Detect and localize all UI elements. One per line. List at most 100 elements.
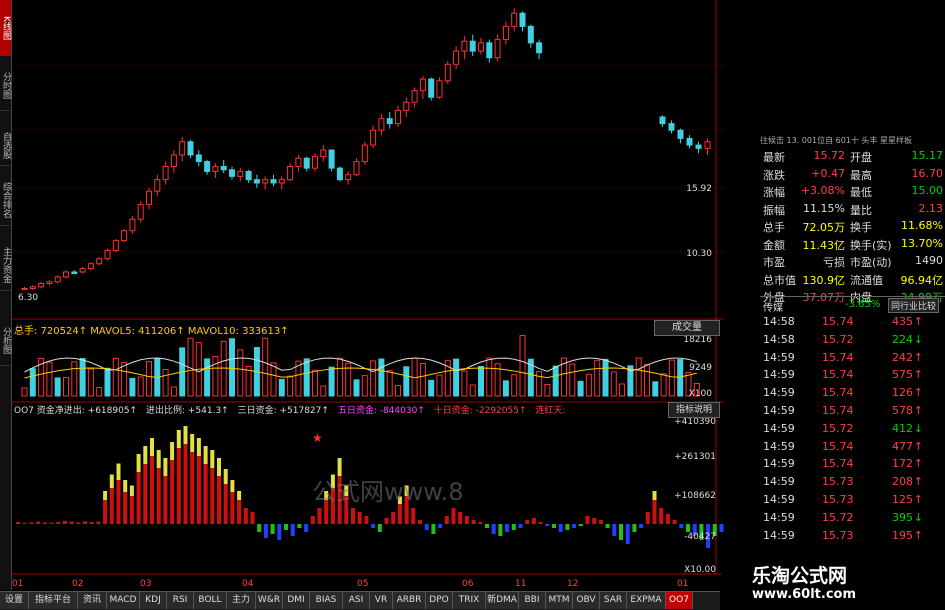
- tick-trade-row: 14:59 15.73 208 ↑: [760, 475, 945, 493]
- volume-bar: [610, 371, 617, 397]
- candle-up: [38, 283, 45, 288]
- indicator-tab-wr[interactable]: W&R: [256, 592, 283, 609]
- trade-volume: 412: [892, 421, 913, 435]
- indicator-tab-[interactable]: 指标平台: [29, 592, 78, 609]
- volume-bar: [96, 386, 103, 397]
- candle-up: [237, 170, 244, 177]
- indicator-tab-macd[interactable]: MACD: [107, 592, 140, 609]
- volume-bar: [29, 368, 36, 397]
- candle-up: [494, 39, 501, 59]
- flow-bar-negative: [270, 524, 275, 534]
- candle-down: [245, 170, 252, 181]
- indicator-tab-boll[interactable]: BOLL: [194, 592, 227, 609]
- trade-volume: 125: [892, 493, 913, 506]
- time-axis-label: 04: [242, 579, 254, 589]
- flow-bar-positive: [310, 516, 315, 524]
- sidebar-tab-analysis[interactable]: 分析图: [0, 315, 11, 366]
- indicator-tab-oo7[interactable]: OO7: [666, 592, 693, 609]
- arrow-up-icon: ↑: [913, 528, 923, 542]
- flow-bar-positive: [531, 518, 536, 524]
- indicator-help-label: 指标说明: [675, 405, 712, 415]
- volume-bar: [204, 358, 211, 397]
- indicator-tab-[interactable]: 主力: [227, 592, 256, 609]
- trade-price: 15.72: [822, 510, 854, 524]
- flow-bar-positive: [42, 522, 47, 524]
- flow-bar-positive: [250, 512, 255, 524]
- volume-bar: [146, 361, 152, 397]
- candle-up: [154, 179, 161, 192]
- flow-bar-negative: [377, 524, 382, 532]
- sector-compare-button[interactable]: 同行业比较: [888, 298, 940, 313]
- flow-bar-negative: [438, 524, 443, 528]
- indicator-tab-vr[interactable]: VR: [370, 592, 393, 609]
- indicator-tab-trix[interactable]: TRIX: [453, 592, 486, 609]
- site-logo: 乐淘公式网 www.60lt.com: [722, 555, 945, 609]
- indicator-tab-rsi[interactable]: RSI: [167, 592, 194, 609]
- sidebar-tab-ranking[interactable]: 综合排名: [0, 175, 11, 226]
- flow-bar-positive: [109, 488, 114, 524]
- tick-trade-row: 14:59 15.74 172 ↑: [760, 457, 945, 475]
- indicator-help-button[interactable]: 指标说明: [668, 402, 720, 418]
- volume-bar: [478, 365, 484, 397]
- flow-bar-highlight: [190, 434, 195, 452]
- flow-axis-3: +108662: [674, 491, 716, 501]
- sidebar-tab-capital[interactable]: 主力资金: [0, 240, 11, 291]
- quote-row: 最新 15.72 开盘 15.17: [760, 149, 945, 168]
- volume-bar: [577, 380, 584, 397]
- volume-bar: [303, 358, 310, 397]
- time-axis-label: 06: [462, 579, 474, 589]
- indicator-tab-bias[interactable]: BIAS: [310, 592, 343, 609]
- candle-down: [428, 78, 435, 98]
- volume-bar: [428, 379, 435, 397]
- volume-bar: [71, 361, 78, 397]
- flow-bar-positive: [183, 444, 188, 524]
- sidebar-tab-intraday[interactable]: 分时图: [0, 60, 11, 111]
- flow-axis-1: +410390: [674, 417, 716, 427]
- indicator-tab-dpo[interactable]: DPO: [426, 592, 453, 609]
- sidebar-tab-kline[interactable]: K线图: [0, 0, 11, 56]
- time-axis-label: 01: [677, 579, 688, 589]
- indicator-tab-[interactable]: 资讯: [78, 592, 107, 609]
- indicator-tab-dma[interactable]: 新DMA: [486, 592, 519, 609]
- indicator-tab-obv[interactable]: OBV: [573, 592, 600, 609]
- flow-bar-positive: [123, 492, 128, 524]
- candle-down: [204, 161, 211, 172]
- indicator-tab-sar[interactable]: SAR: [600, 592, 627, 609]
- indicator-tab-asi[interactable]: ASI: [343, 592, 370, 609]
- flow-bar-negative: [424, 524, 429, 530]
- volume-bar: [353, 379, 360, 397]
- flow-ratio-label: 进出比例: +541.3↑: [145, 406, 229, 416]
- indicator-tab-arbr[interactable]: ARBR: [393, 592, 426, 609]
- indicator-tab-dmi[interactable]: DMI: [283, 592, 310, 609]
- candle-down: [677, 129, 684, 139]
- flow-bar-highlight: [337, 458, 342, 476]
- flow-bar-positive: [56, 522, 61, 524]
- flow-red-days-label: 连红天:: [535, 406, 566, 416]
- candle-up: [511, 12, 518, 27]
- arrow-up-icon: ↑: [913, 457, 923, 471]
- time-axis-label: 02: [72, 579, 83, 589]
- candle-down: [220, 165, 227, 171]
- quote-label: 总手: [763, 221, 785, 234]
- candle-up: [87, 263, 94, 270]
- quote-value: +0.47: [811, 166, 845, 180]
- candle-down: [187, 141, 194, 156]
- indicator-tab-mtm[interactable]: MTM: [546, 592, 573, 609]
- quote-label: 最高: [850, 168, 872, 182]
- flow-bar-positive: [411, 508, 416, 524]
- volume-panel-button[interactable]: 成交量: [654, 320, 720, 336]
- indicator-tab-[interactable]: 设置: [0, 592, 29, 609]
- sidebar-tab-watchlist[interactable]: 自选股: [0, 125, 11, 166]
- volume-bar: [63, 376, 69, 397]
- flow-bar-positive: [665, 514, 670, 524]
- kline-chart-area[interactable]: ★ 15.92 10.30 6.30 18216 9249 X100 +4103…: [12, 0, 724, 591]
- flow-bar-positive: [418, 520, 422, 524]
- indicator-tab-expma[interactable]: EXPMA: [627, 592, 666, 609]
- trade-volume: 477: [892, 439, 913, 453]
- indicator-tab-bbi[interactable]: BBI: [519, 592, 546, 609]
- candle-up: [370, 129, 377, 146]
- volume-bar: [461, 370, 468, 397]
- candle-up: [403, 101, 410, 111]
- indicator-tab-kdj[interactable]: KDJ: [140, 592, 167, 609]
- flow-5day-label: 五日资金: -844030↑: [337, 406, 425, 416]
